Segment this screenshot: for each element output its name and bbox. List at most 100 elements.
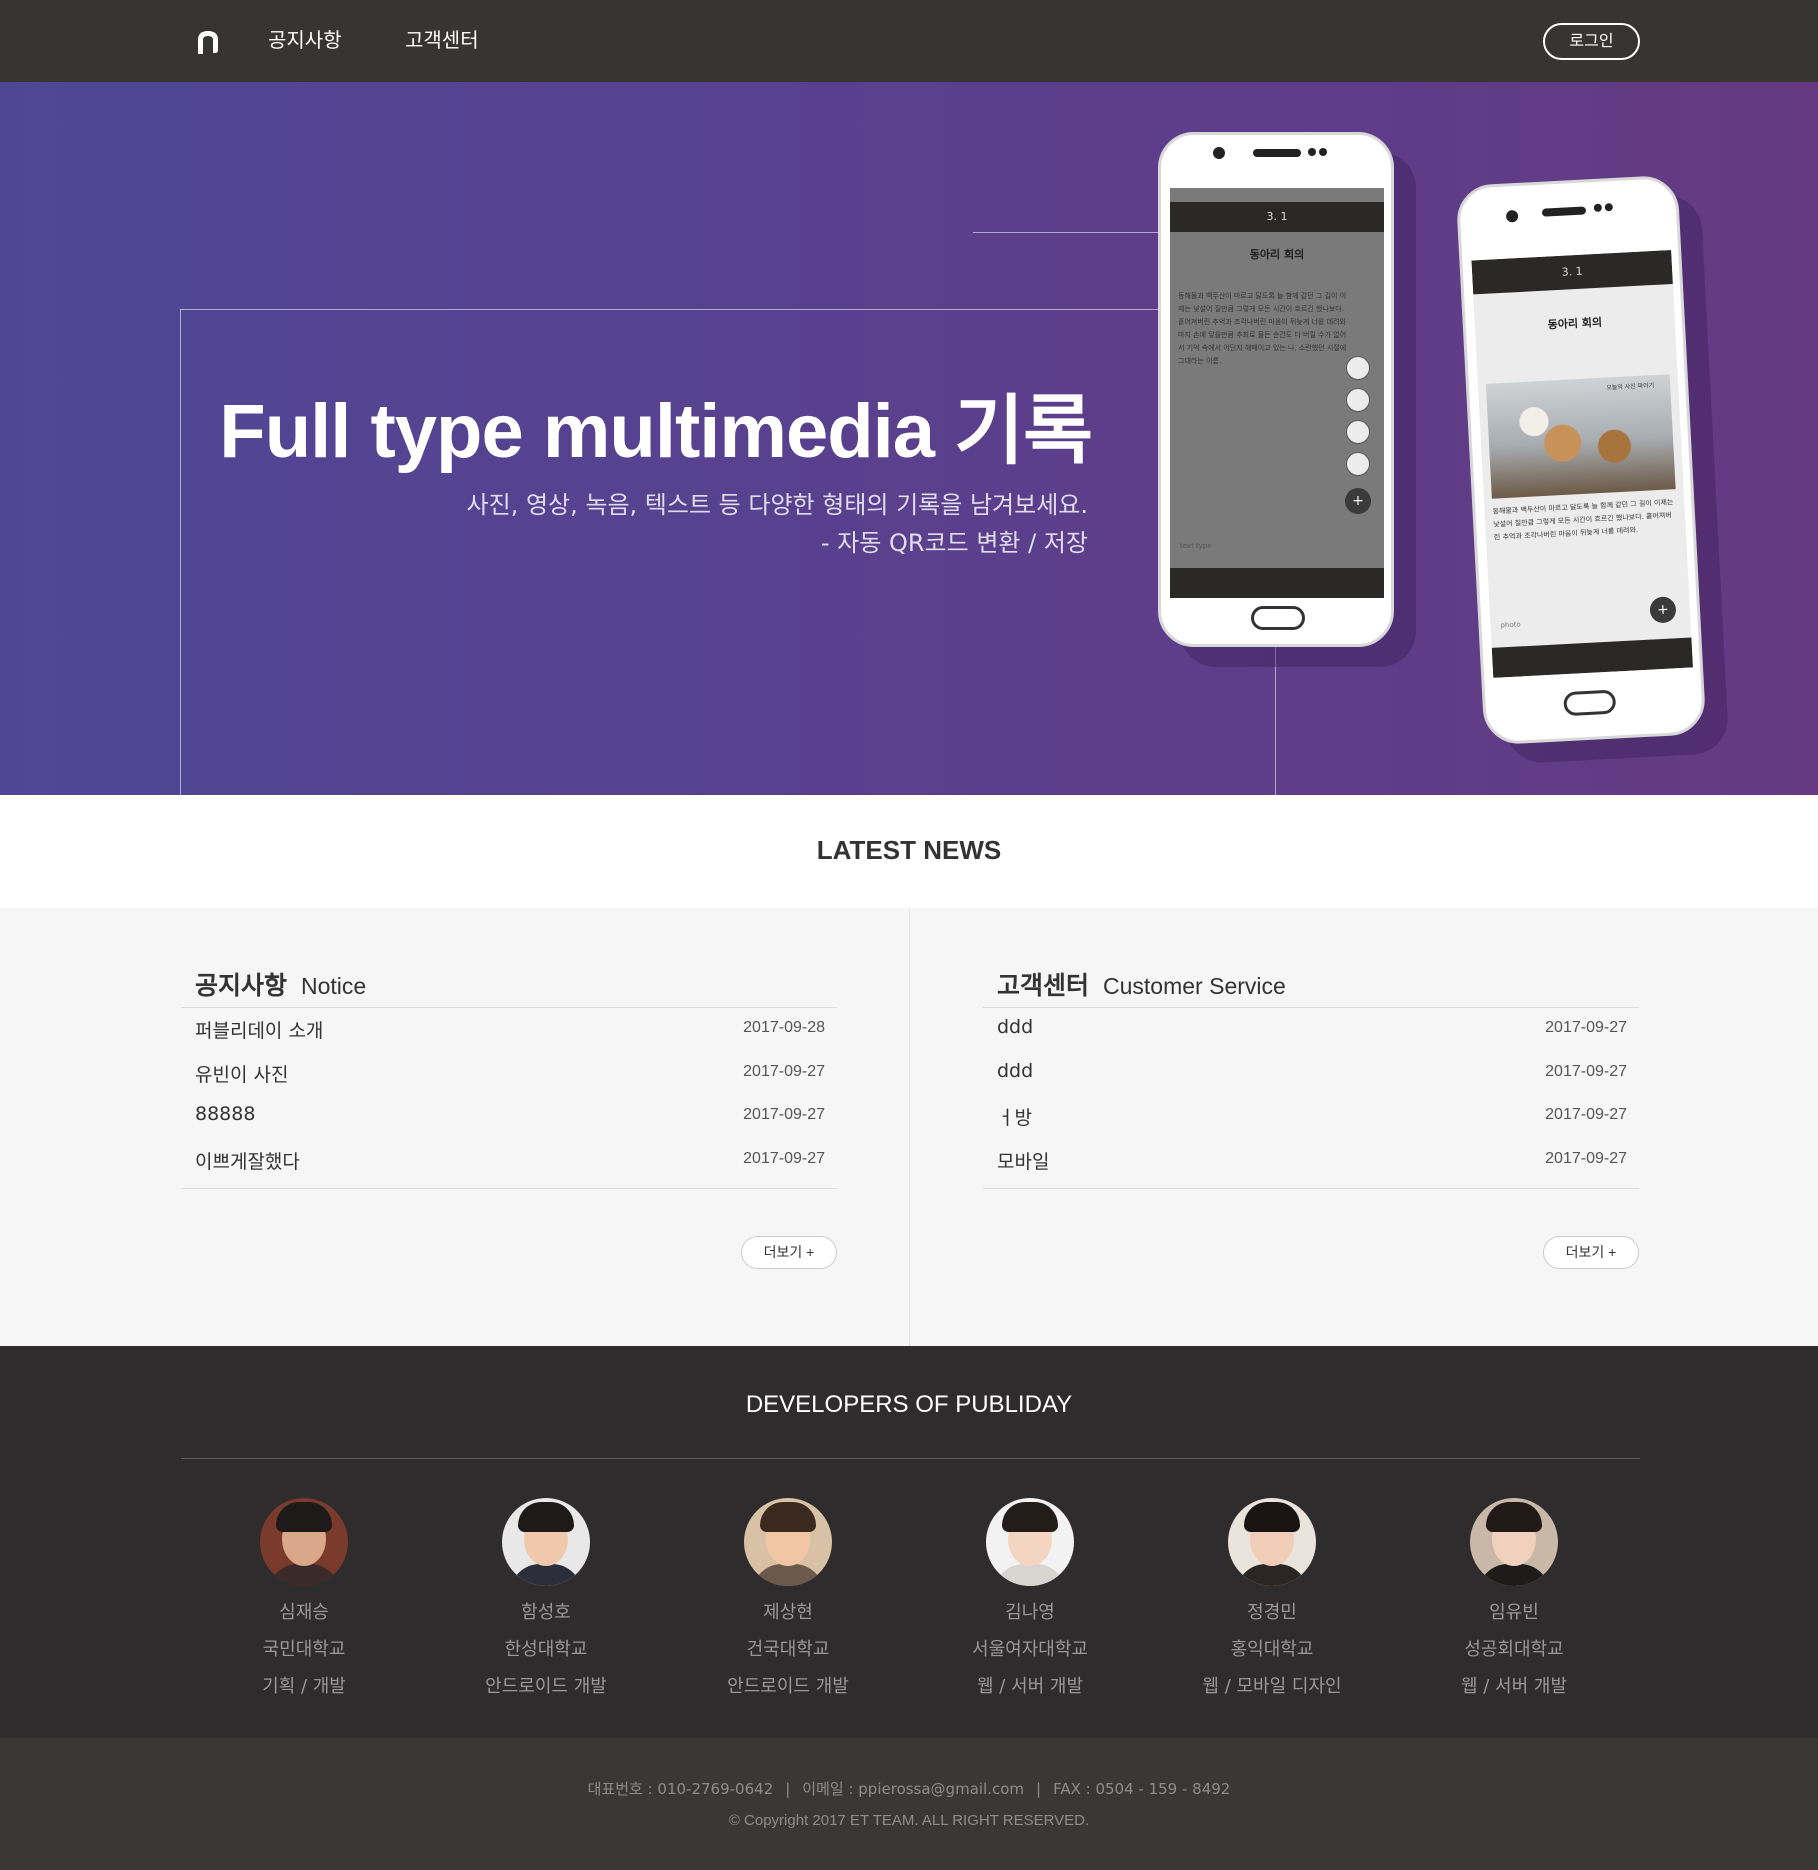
item-title[interactable]: 유빈이 사진 [195,1060,288,1087]
item-date: 2017-09-27 [1545,1149,1627,1167]
developers-section: DEVELOPERS OF PUBLIDAY 심재승 국민대학교 기획 / 개발… [0,1346,1818,1738]
developer-card: 제상현 건국대학교 안드로이드 개발 [688,1498,888,1705]
avatar [502,1498,590,1586]
screen-date-bar: 3. 1 [1170,202,1384,232]
sensor-icon [1593,203,1603,212]
support-list: ddd 2017-09-27 ddd 2017-09-27 ㅓ방 2017-09… [983,1008,1639,1189]
nav-support-link[interactable]: 고객센터 [405,26,479,54]
board-title-ko: 공지사항 [195,971,288,1000]
developer-role: 웹 / 서버 개발 [1460,1676,1568,1697]
item-title[interactable]: ddd [997,1016,1033,1038]
developer-role: 웹 / 모바일 디자인 [1202,1676,1342,1697]
list-item[interactable]: 이쁘게잘했다 2017-09-27 [181,1139,837,1183]
developer-role: 웹 / 서버 개발 [976,1676,1084,1697]
home-button-icon [1563,689,1617,717]
footer-phone: 대표번호 : 010-2769-0642 [587,1780,774,1798]
login-button[interactable]: 로그인 [1543,23,1640,60]
screen-tab-bar [1491,637,1694,678]
developer-name: 심재승 [279,1602,329,1623]
list-item[interactable]: ㅓ방 2017-09-27 [983,1095,1639,1139]
screen-photo-caption: 오늘의 사진 파이기 [1606,382,1655,392]
camera-icon [1213,147,1225,159]
board-header: 공지사항 Notice [181,968,837,1008]
developer-name: 함성호 [521,1602,571,1623]
developer-card: 정경민 홍익대학교 웹 / 모바일 디자인 [1172,1498,1372,1705]
notice-list: 퍼블리데이 소개 2017-09-28 유빈이 사진 2017-09-27 88… [181,1008,837,1189]
site-footer: 대표번호 : 010-2769-0642 | 이메일 : ppierossa@gma… [0,1738,1818,1870]
news-divider [909,908,910,1346]
home-button-icon [1251,606,1305,630]
item-title[interactable]: 모바일 [997,1147,1049,1174]
developer-school: 홍익대학교 [1230,1639,1314,1660]
item-date: 2017-09-27 [1545,1106,1627,1123]
item-title[interactable]: 퍼블리데이 소개 [195,1016,323,1043]
footer-email: 이메일 : ppierossa@gmail.com [802,1780,1025,1798]
screen-tab-bar [1170,568,1384,598]
list-item[interactable]: 퍼블리데이 소개 2017-09-28 [181,1008,837,1052]
support-more-button[interactable]: 더보기 + [1543,1236,1639,1269]
item-date: 2017-09-27 [743,1062,825,1080]
hero-frame-line [1275,642,1276,795]
add-icon: + [1649,596,1677,624]
item-title[interactable]: 88888 [195,1103,255,1125]
hero-subtitle: - 자동 QR코드 변환 / 저장 [820,529,1088,557]
publiday-logo-icon[interactable] [192,26,224,58]
developer-school: 서울여자대학교 [972,1639,1088,1660]
item-date: 2017-09-27 [1545,1019,1627,1036]
developers-divider [181,1458,1640,1459]
hero-title: Full type multimedia 기록 [219,389,1093,474]
support-board: 고객센터 Customer Service ddd 2017-09-27 ddd … [983,968,1639,1269]
board-title-en: Notice [301,973,367,999]
video-icon [1346,388,1370,412]
developer-card: 심재승 국민대학교 기획 / 개발 [204,1498,404,1705]
phone-screen: 3. 1 동아리 회의 동해물과 백두산이 마르고 닳도록 늘 함께 같던 그 … [1170,188,1384,598]
developer-school: 건국대학교 [746,1639,830,1660]
hero-subtitle: 사진, 영상, 녹음, 텍스트 등 다양한 형태의 기록을 남겨보세요. [466,491,1088,519]
screen-heading: 동아리 회의 [1547,315,1603,332]
screen-footer-text: photo [1500,620,1521,630]
mic-icon [1346,420,1370,444]
nav-notice-link[interactable]: 공지사항 [268,26,342,54]
footer-contact: 대표번호 : 010-2769-0642 | 이메일 : ppierossa@gma… [0,1778,1818,1799]
notice-more-button[interactable]: 더보기 + [741,1236,837,1269]
item-date: 2017-09-27 [743,1149,825,1167]
list-item[interactable]: 유빈이 사진 2017-09-27 [181,1052,837,1096]
list-item[interactable]: 모바일 2017-09-27 [983,1139,1639,1183]
camera-icon [1346,356,1370,380]
developer-name: 정경민 [1247,1602,1297,1623]
phone-mockup: 3. 1 동아리 회의 동해물과 백두산이 마르고 닳도록 늘 함께 같던 그 … [1158,132,1394,647]
screen-photo [1485,374,1676,499]
hero-frame-line [973,232,1163,233]
developer-school: 한성대학교 [504,1639,588,1660]
item-title[interactable]: ㅓ방 [997,1103,1032,1130]
developer-school: 성공회대학교 [1464,1639,1564,1660]
list-item[interactable]: ddd 2017-09-27 [983,1052,1639,1096]
speaker-icon [1541,206,1587,217]
camera-icon [1505,209,1519,223]
site-header: 공지사항 고객센터 로그인 [0,0,1818,82]
item-date: 2017-09-27 [743,1106,825,1123]
screen-heading: 동아리 회의 [1249,248,1305,261]
avatar [1470,1498,1558,1586]
item-title[interactable]: 이쁘게잘했다 [195,1147,300,1174]
board-title-ko: 고객센터 [997,971,1090,1000]
sensor-icon [1308,148,1316,156]
developer-name: 제상현 [763,1602,813,1623]
developer-role: 안드로이드 개발 [727,1676,849,1697]
notice-board: 공지사항 Notice 퍼블리데이 소개 2017-09-28 유빈이 사진 20… [181,968,837,1269]
developer-card: 함성호 한성대학교 안드로이드 개발 [446,1498,646,1705]
screen-date-bar: 3. 1 [1471,249,1673,295]
avatar [744,1498,832,1586]
news-section: 공지사항 Notice 퍼블리데이 소개 2017-09-28 유빈이 사진 20… [0,908,1818,1346]
list-item[interactable]: ddd 2017-09-27 [983,1008,1639,1052]
developers-title: DEVELOPERS OF PUBLIDAY [745,1391,1073,1418]
list-item[interactable]: 88888 2017-09-27 [181,1095,837,1139]
phone-mockup: 3. 1 동아리 회의 오늘의 사진 파이기 동해물과 백두산이 마르고 닳도록… [1455,174,1707,746]
footer-separator: | [1036,1780,1042,1798]
item-date: 2017-09-28 [743,1019,825,1036]
developer-name: 임유빈 [1489,1602,1539,1623]
latest-news-title: LATEST NEWS [816,835,1002,865]
board-title-en: Customer Service [1103,973,1286,999]
item-title[interactable]: ddd [997,1060,1033,1082]
developer-card: 김나영 서울여자대학교 웹 / 서버 개발 [930,1498,1130,1705]
